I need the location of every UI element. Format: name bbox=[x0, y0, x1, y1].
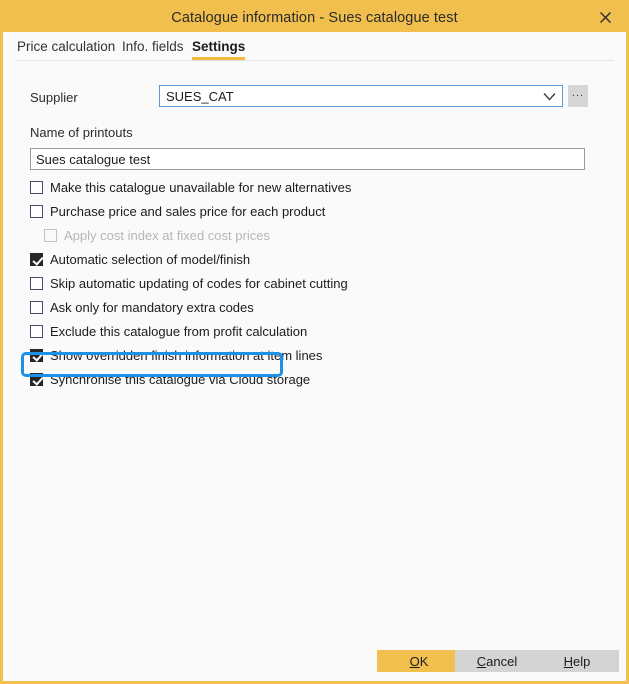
checkbox-row-unavailable-new-alternatives[interactable]: Make this catalogue unavailable for new … bbox=[30, 175, 590, 199]
checkbox-label: Skip automatic updating of codes for cab… bbox=[50, 276, 348, 291]
chevron-down-icon[interactable] bbox=[536, 86, 562, 106]
printouts-input[interactable] bbox=[30, 148, 585, 170]
checkbox-label: Ask only for mandatory extra codes bbox=[50, 300, 254, 315]
catalogue-information-dialog: Catalogue information - Sues catalogue t… bbox=[0, 0, 629, 684]
supplier-label: Supplier bbox=[30, 90, 78, 105]
help-accelerator: H bbox=[564, 654, 573, 669]
checkbox-icon[interactable] bbox=[30, 181, 43, 194]
supplier-browse-button[interactable]: ... bbox=[568, 85, 588, 107]
cancel-label-rest: ancel bbox=[486, 654, 517, 669]
tab-info-fields[interactable]: Info. fields bbox=[122, 32, 184, 61]
checkbox-label: Apply cost index at fixed cost prices bbox=[64, 228, 270, 243]
checkbox-row-automatic-model-finish[interactable]: Automatic selection of model/finish bbox=[30, 247, 590, 271]
checkbox-row-skip-cabinet-cutting-codes[interactable]: Skip automatic updating of codes for cab… bbox=[30, 271, 590, 295]
cancel-accelerator: C bbox=[477, 654, 486, 669]
close-icon[interactable] bbox=[588, 3, 622, 32]
checkbox-label: Purchase price and sales price for each … bbox=[50, 204, 325, 219]
checkbox-label: Synchronise this catalogue via Cloud sto… bbox=[50, 372, 310, 387]
checkbox-icon[interactable] bbox=[30, 205, 43, 218]
checkbox-row-mandatory-extra-codes[interactable]: Ask only for mandatory extra codes bbox=[30, 295, 590, 319]
help-label-rest: elp bbox=[573, 654, 590, 669]
checkbox-row-apply-cost-index: Apply cost index at fixed cost prices bbox=[30, 223, 590, 247]
help-button[interactable]: Help bbox=[535, 650, 619, 672]
tab-settings[interactable]: Settings bbox=[192, 32, 245, 61]
checkbox-row-show-overridden-finish-info[interactable]: Show overridden finish information at it… bbox=[30, 343, 590, 367]
tab-separator bbox=[15, 60, 614, 61]
checkbox-row-purchase-and-sales-price[interactable]: Purchase price and sales price for each … bbox=[30, 199, 590, 223]
ok-button[interactable]: OK bbox=[377, 650, 461, 672]
ok-label-rest: K bbox=[420, 654, 429, 669]
checkbox-row-synchronise-via-cloud-storage[interactable]: Synchronise this catalogue via Cloud sto… bbox=[30, 367, 590, 391]
checkbox-icon[interactable] bbox=[30, 373, 43, 386]
supplier-value: SUES_CAT bbox=[160, 89, 536, 104]
checkbox-label: Exclude this catalogue from profit calcu… bbox=[50, 324, 307, 339]
settings-options-list: Make this catalogue unavailable for new … bbox=[30, 175, 590, 391]
checkbox-label: Show overridden finish information at it… bbox=[50, 348, 322, 363]
checkbox-label: Automatic selection of model/finish bbox=[50, 252, 250, 267]
tab-bar: Price calculation Info. fields Settings bbox=[3, 32, 626, 61]
checkbox-icon[interactable] bbox=[30, 277, 43, 290]
checkbox-icon bbox=[44, 229, 57, 242]
checkbox-row-exclude-from-profit-calculation[interactable]: Exclude this catalogue from profit calcu… bbox=[30, 319, 590, 343]
checkbox-icon[interactable] bbox=[30, 325, 43, 338]
checkbox-icon[interactable] bbox=[30, 301, 43, 314]
checkbox-label: Make this catalogue unavailable for new … bbox=[50, 180, 351, 195]
printouts-label: Name of printouts bbox=[30, 125, 133, 140]
checkbox-icon[interactable] bbox=[30, 253, 43, 266]
ok-accelerator: O bbox=[410, 654, 420, 669]
checkbox-icon[interactable] bbox=[30, 349, 43, 362]
tab-price-calculation[interactable]: Price calculation bbox=[17, 32, 115, 61]
title-bar: Catalogue information - Sues catalogue t… bbox=[3, 3, 626, 32]
window-title: Catalogue information - Sues catalogue t… bbox=[171, 10, 457, 26]
supplier-combobox[interactable]: SUES_CAT bbox=[159, 85, 563, 107]
cancel-button[interactable]: Cancel bbox=[455, 650, 539, 672]
